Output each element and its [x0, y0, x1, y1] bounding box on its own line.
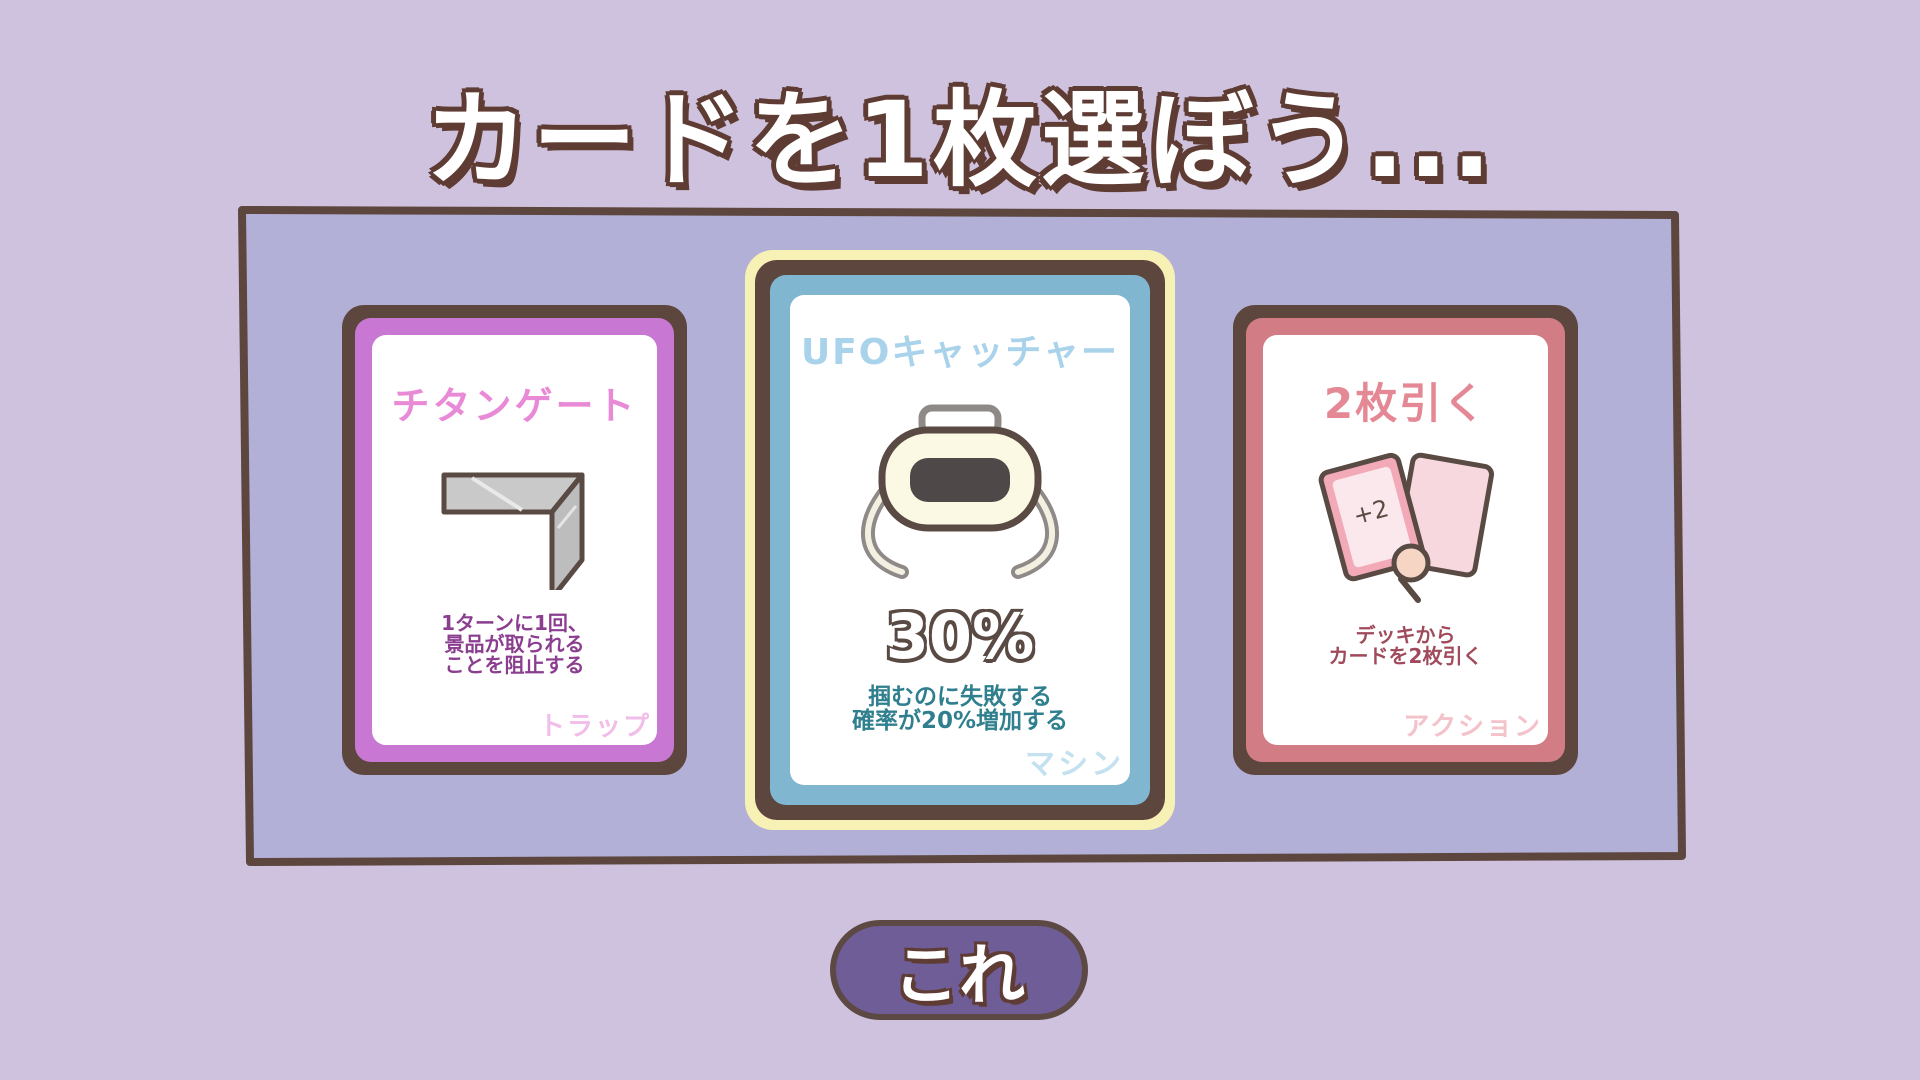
card-description: 掴むのに失敗する 確率が20%増加する — [851, 684, 1069, 735]
titanium-gate-icon — [441, 472, 585, 590]
card-titanium-gate[interactable]: チタンゲート 1ターンに1回、 景品が取られる ことを阻止する トラップ — [342, 305, 687, 775]
confirm-button-label: これ — [893, 937, 1025, 1014]
card-title: 2枚引く — [1323, 379, 1488, 428]
ufo-claw-icon — [861, 404, 1059, 579]
card-type-label: マシン — [1025, 747, 1124, 782]
card-description: デッキから カードを2枚引く — [1328, 623, 1483, 668]
card-type-label: トラップ — [538, 712, 651, 742]
card-title: UFOキャッチャー — [800, 332, 1120, 373]
draw-cards-icon: +2 — [1318, 452, 1495, 603]
card-title: チタンゲート — [391, 384, 638, 428]
card-description: 1ターンに1回、 景品が取られる ことを阻止する — [441, 611, 588, 677]
card-type-label: アクション — [1403, 712, 1542, 742]
card-draw-two[interactable]: 2枚引く +2 デッキから カードを2枚引く アクション — [1233, 305, 1578, 775]
confirm-button[interactable]: これ — [830, 920, 1088, 1020]
card-stat: 30% — [885, 600, 1035, 673]
card-ufo-catcher[interactable]: UFOキャッチャー 30% 掴むのに失敗する 確率が20%増加する マシン — [755, 260, 1165, 820]
